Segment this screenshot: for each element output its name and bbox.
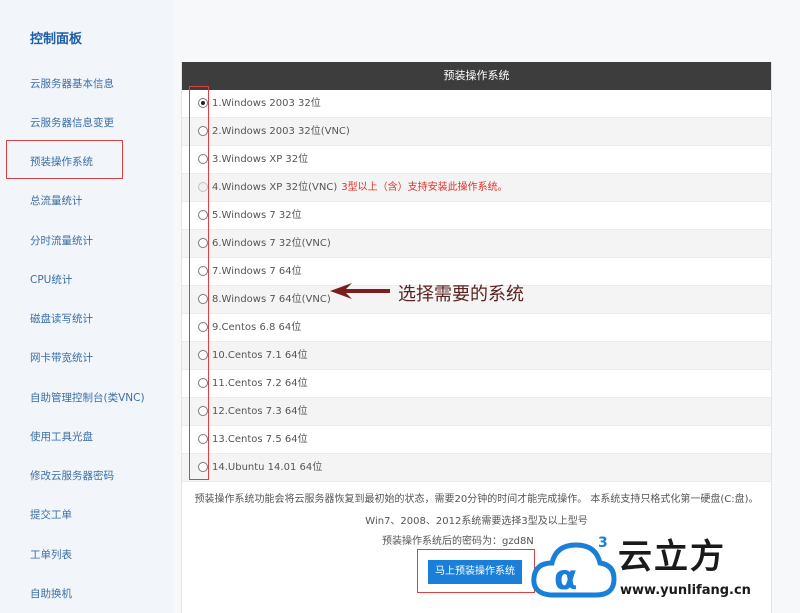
sidebar-item-swap-server[interactable]: 自助换机 — [30, 586, 72, 601]
sidebar-item-cpu[interactable]: CPU统计 — [30, 272, 72, 287]
os-option[interactable]: 5.Windows 7 32位 — [182, 202, 771, 230]
os-option-label: 4.Windows XP 32位(VNC) — [212, 182, 338, 193]
os-option[interactable]: 14.Ubuntu 14.01 64位 — [182, 454, 771, 482]
logo-url: www.yunlifang.cn — [620, 583, 751, 598]
sidebar-item-change-password[interactable]: 修改云服务器密码 — [30, 468, 114, 483]
panel-title: 预装操作系统 — [182, 62, 771, 90]
os-option[interactable]: 6.Windows 7 32位(VNC) — [182, 230, 771, 258]
os-option[interactable]: 2.Windows 2003 32位(VNC) — [182, 118, 771, 146]
os-option-label: 13.Centos 7.5 64位 — [212, 434, 308, 445]
os-option-label: 8.Windows 7 64位(VNC) — [212, 294, 331, 305]
info-text-1: 预装操作系统功能会将云服务器恢复到最初始的状态，需要20分钟的时间才能完成操作。… — [194, 494, 759, 505]
sidebar-title: 控制面板 — [30, 32, 83, 47]
os-option[interactable]: 11.Centos 7.2 64位 — [182, 370, 771, 398]
info-text-2: Win7、2008、2012系统需要选择3型及以上型号 — [365, 516, 588, 527]
os-option-label: 11.Centos 7.2 64位 — [212, 378, 308, 389]
sidebar-item-timed-traffic[interactable]: 分时流量统计 — [30, 233, 93, 248]
sidebar-item-total-traffic[interactable]: 总流量统计 — [30, 193, 83, 208]
os-option-label: 5.Windows 7 32位 — [212, 210, 302, 221]
arrow-left-icon — [330, 283, 390, 299]
sidebar-item-submit-ticket[interactable]: 提交工单 — [30, 507, 72, 522]
os-option-label: 7.Windows 7 64位 — [212, 266, 302, 277]
watermark-logo: α 3 云立方 www.yunlifang.cn — [528, 527, 790, 607]
os-option-label: 1.Windows 2003 32位 — [212, 98, 321, 109]
os-option[interactable]: 12.Centos 7.3 64位 — [182, 398, 771, 426]
os-option-label: 9.Centos 6.8 64位 — [212, 322, 302, 333]
os-option-disabled: 4.Windows XP 32位(VNC) 3型以上（含）支持安装此操作系统。 — [182, 174, 771, 202]
os-option[interactable]: 10.Centos 7.1 64位 — [182, 342, 771, 370]
highlight-box-sidebar — [6, 140, 123, 179]
os-option[interactable]: 13.Centos 7.5 64位 — [182, 426, 771, 454]
sidebar-item-server-info[interactable]: 云服务器基本信息 — [30, 76, 114, 91]
os-option-label: 6.Windows 7 32位(VNC) — [212, 238, 331, 249]
cloud-logo-icon: α 3 — [531, 535, 617, 598]
sidebar-item-vnc-console[interactable]: 自助管理控制台(类VNC) — [30, 390, 145, 405]
sidebar-item-nic-bandwidth[interactable]: 网卡带宽统计 — [30, 350, 93, 365]
info-text-3: 预装操作系统后的密码为：gzd8N — [382, 536, 534, 547]
svg-text:α: α — [554, 558, 577, 598]
logo-superscript: 3 — [598, 535, 608, 551]
sidebar-item-server-change[interactable]: 云服务器信息变更 — [30, 115, 114, 130]
os-option-note: 3型以上（含）支持安装此操作系统。 — [341, 182, 508, 193]
os-option-label: 2.Windows 2003 32位(VNC) — [212, 126, 350, 137]
os-option-label: 12.Centos 7.3 64位 — [212, 406, 308, 417]
os-option-label: 14.Ubuntu 14.01 64位 — [212, 462, 323, 473]
highlight-box-button — [417, 549, 535, 593]
logo-text: 云立方 — [618, 537, 726, 577]
os-option-label: 3.Windows XP 32位 — [212, 154, 309, 165]
callout-text: 选择需要的系统 — [398, 284, 524, 305]
sidebar-item-disk-io[interactable]: 磁盘读写统计 — [30, 311, 93, 326]
sidebar-item-ticket-list[interactable]: 工单列表 — [30, 547, 72, 562]
os-option[interactable]: 1.Windows 2003 32位 — [182, 90, 771, 118]
os-option-label: 10.Centos 7.1 64位 — [212, 350, 308, 361]
sidebar: 控制面板 云服务器基本信息 云服务器信息变更 预装操作系统 总流量统计 分时流量… — [0, 0, 173, 613]
os-option[interactable]: 3.Windows XP 32位 — [182, 146, 771, 174]
highlight-box-radios — [189, 86, 209, 480]
os-option[interactable]: 9.Centos 6.8 64位 — [182, 314, 771, 342]
sidebar-item-tool-disc[interactable]: 使用工具光盘 — [30, 429, 93, 444]
os-option-label-wrap: 4.Windows XP 32位(VNC) 3型以上（含）支持安装此操作系统。 — [212, 174, 508, 202]
